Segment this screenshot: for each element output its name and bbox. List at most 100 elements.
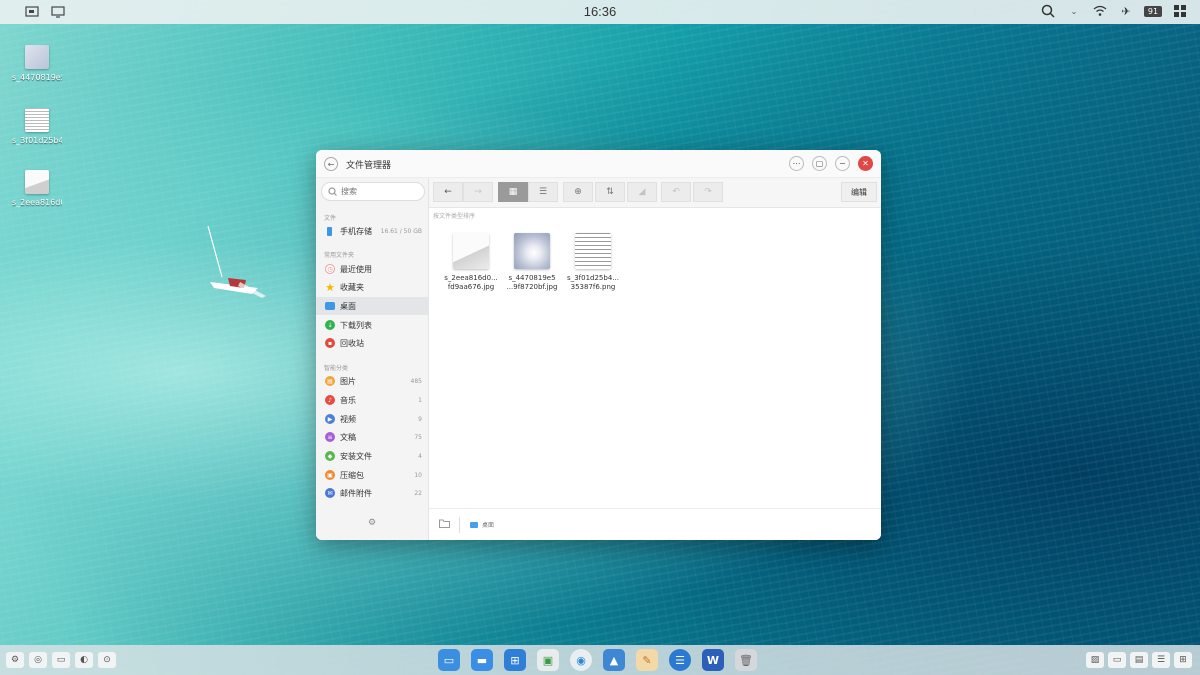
- file-item[interactable]: s_2eea816d0... fd9aa676.jpg: [443, 233, 499, 292]
- sidebar-item-documents[interactable]: ≡ 文稿 75: [316, 428, 429, 446]
- desktop-file-icon[interactable]: s_4470819e5: [12, 45, 62, 82]
- search-box[interactable]: [321, 182, 425, 201]
- item-count: 485: [410, 377, 422, 385]
- battery-icon: 91: [1144, 5, 1162, 17]
- edit-button[interactable]: 编辑: [841, 182, 877, 202]
- sidebar-label: 收藏夹: [340, 282, 364, 292]
- image-thumbnail: [25, 45, 49, 69]
- download-icon: ↓: [325, 320, 335, 330]
- desktop-file-label: s_3f01d25b4: [12, 136, 62, 145]
- file-manager-icon[interactable]: ▬: [471, 649, 493, 671]
- back-arrow-icon[interactable]: ←: [324, 157, 338, 171]
- file-item[interactable]: s_4470819e5 ...9f8720bf.jpg: [504, 233, 560, 292]
- folder-icon[interactable]: ▭: [1108, 652, 1126, 668]
- sidebar-item-mail-attachments[interactable]: ✉ 邮件附件 22: [316, 484, 429, 502]
- photo-app-icon[interactable]: ▲: [603, 649, 625, 671]
- sidebar-label: 桌面: [340, 301, 356, 311]
- file-name-line2: ...9f8720bf.jpg: [506, 283, 558, 291]
- clean-button[interactable]: ◢: [627, 182, 657, 202]
- file-manager-window: ← 文件管理器 ⋯ ▢ − ✕ 文件 手机存储 16.61 / 50 GB 常用…: [316, 150, 881, 540]
- sidebar-item-trash[interactable]: ▪ 回收站: [316, 334, 429, 352]
- sidebar-label: 压缩包: [340, 470, 364, 480]
- desktop-file-icon[interactable]: s_2eea816d0: [12, 170, 62, 207]
- sidebar-item-music[interactable]: ♪ 音乐 1: [316, 391, 429, 409]
- wifi-icon[interactable]: [1092, 3, 1108, 19]
- dropdown-chevron-icon[interactable]: ⌄: [1066, 3, 1082, 19]
- item-count: 9: [418, 415, 422, 423]
- undo-button[interactable]: ↶: [661, 182, 691, 202]
- title-bar: ← 文件管理器 ⋯ ▢ − ✕: [316, 150, 881, 178]
- sidebar-item-downloads[interactable]: ↓ 下载列表: [316, 316, 429, 334]
- dock: ⚙ ◎ ▭ ◐ ⊙ ▭ ▬ ⊞ ▣ ◉ ▲ ✎ ☰ W 🗑 ▨ ▭ ▤ ☰ ⊞: [0, 645, 1200, 675]
- sidebar-item-phone-storage[interactable]: 手机存储 16.61 / 50 GB: [316, 222, 429, 240]
- search-input[interactable]: [341, 187, 411, 196]
- grid-view-button[interactable]: ▦: [498, 182, 528, 202]
- notes-app-icon[interactable]: ✎: [636, 649, 658, 671]
- browser-app-icon[interactable]: ◉: [570, 649, 592, 671]
- section-files: 文件: [324, 215, 337, 222]
- file-item[interactable]: s_3f01d25b4... 35387f6.png: [565, 233, 621, 292]
- sort-button[interactable]: ⇅: [595, 182, 625, 202]
- trash-app-icon[interactable]: 🗑: [735, 649, 757, 671]
- more-icon[interactable]: ⋯: [789, 156, 804, 171]
- redo-button[interactable]: ↷: [693, 182, 723, 202]
- window-title: 文件管理器: [346, 161, 392, 171]
- grid-icon[interactable]: ⊞: [1174, 652, 1192, 668]
- sidebar-item-favorites[interactable]: ★ 收藏夹: [316, 278, 429, 296]
- image-thumbnail: [453, 233, 489, 269]
- item-count: 10: [414, 471, 422, 479]
- path-bar: 桌面: [429, 508, 881, 540]
- desktop-folder-icon: [325, 302, 335, 310]
- item-count: 1: [418, 396, 422, 404]
- settings-icon[interactable]: ⚙: [6, 652, 24, 668]
- sidebar-item-install-files[interactable]: ◆ 安装文件 4: [316, 447, 429, 465]
- star-icon: ★: [325, 280, 335, 294]
- package-icon: ◆: [325, 451, 335, 461]
- desktop-file-label: s_2eea816d0: [12, 198, 62, 207]
- image-viewer-icon[interactable]: ▣: [537, 649, 559, 671]
- restore-icon[interactable]: ▢: [812, 156, 827, 171]
- word-app-icon[interactable]: W: [702, 649, 724, 671]
- file-name-line2: 35387f6.png: [570, 283, 616, 291]
- chat-app-icon[interactable]: ☰: [669, 649, 691, 671]
- sidebar-label: 音乐: [340, 395, 356, 405]
- sidebar-label: 邮件附件: [340, 488, 372, 498]
- folder-icon[interactable]: [439, 519, 450, 531]
- new-folder-button[interactable]: ⊕: [563, 182, 593, 202]
- desktop-app-icon[interactable]: ▭: [438, 649, 460, 671]
- sidebar-label: 图片: [340, 376, 356, 386]
- gear-icon[interactable]: ⚙: [368, 518, 376, 528]
- sidebar: 文件 手机存储 16.61 / 50 GB 常用文件夹 ◷ 最近使用 ★ 收藏夹…: [316, 178, 429, 540]
- list-view-button[interactable]: ☰: [528, 182, 558, 202]
- minimize-icon[interactable]: −: [835, 156, 850, 171]
- desktop-file-icon[interactable]: s_3f01d25b4: [12, 108, 62, 145]
- close-icon[interactable]: ✕: [858, 156, 873, 171]
- search-icon: [328, 187, 337, 196]
- record-icon[interactable]: ⊙: [98, 652, 116, 668]
- toggle-icon[interactable]: ◐: [75, 652, 93, 668]
- browser-icon[interactable]: ◎: [29, 652, 47, 668]
- screen-icon[interactable]: ▭: [52, 652, 70, 668]
- music-icon: ♪: [325, 395, 335, 405]
- search-icon[interactable]: [1040, 3, 1056, 19]
- document-icon[interactable]: ▤: [1130, 652, 1148, 668]
- app-grid-icon[interactable]: ⊞: [504, 649, 526, 671]
- list-icon[interactable]: ☰: [1152, 652, 1170, 668]
- sidebar-item-images[interactable]: ▤ 图片 485: [316, 372, 429, 390]
- breadcrumb[interactable]: 桌面: [470, 520, 494, 529]
- sidebar-label: 安装文件: [340, 451, 372, 461]
- sidebar-item-desktop[interactable]: 桌面: [316, 297, 429, 315]
- sidebar-label: 视频: [340, 414, 356, 424]
- picture-icon[interactable]: ▨: [1086, 652, 1104, 668]
- sidebar-item-videos[interactable]: ▶ 视频 9: [316, 410, 429, 428]
- airplane-icon[interactable]: ✈: [1118, 3, 1134, 19]
- sidebar-label: 下载列表: [340, 320, 372, 330]
- sidebar-item-recent[interactable]: ◷ 最近使用: [316, 260, 429, 278]
- image-thumbnail: [514, 233, 550, 269]
- phone-icon: [327, 226, 332, 236]
- image-icon: ▤: [325, 376, 335, 386]
- forward-button[interactable]: →: [463, 182, 493, 202]
- back-button[interactable]: ←: [433, 182, 463, 202]
- sidebar-item-archives[interactable]: ▣ 压缩包 10: [316, 466, 429, 484]
- grid-icon[interactable]: [1172, 3, 1188, 19]
